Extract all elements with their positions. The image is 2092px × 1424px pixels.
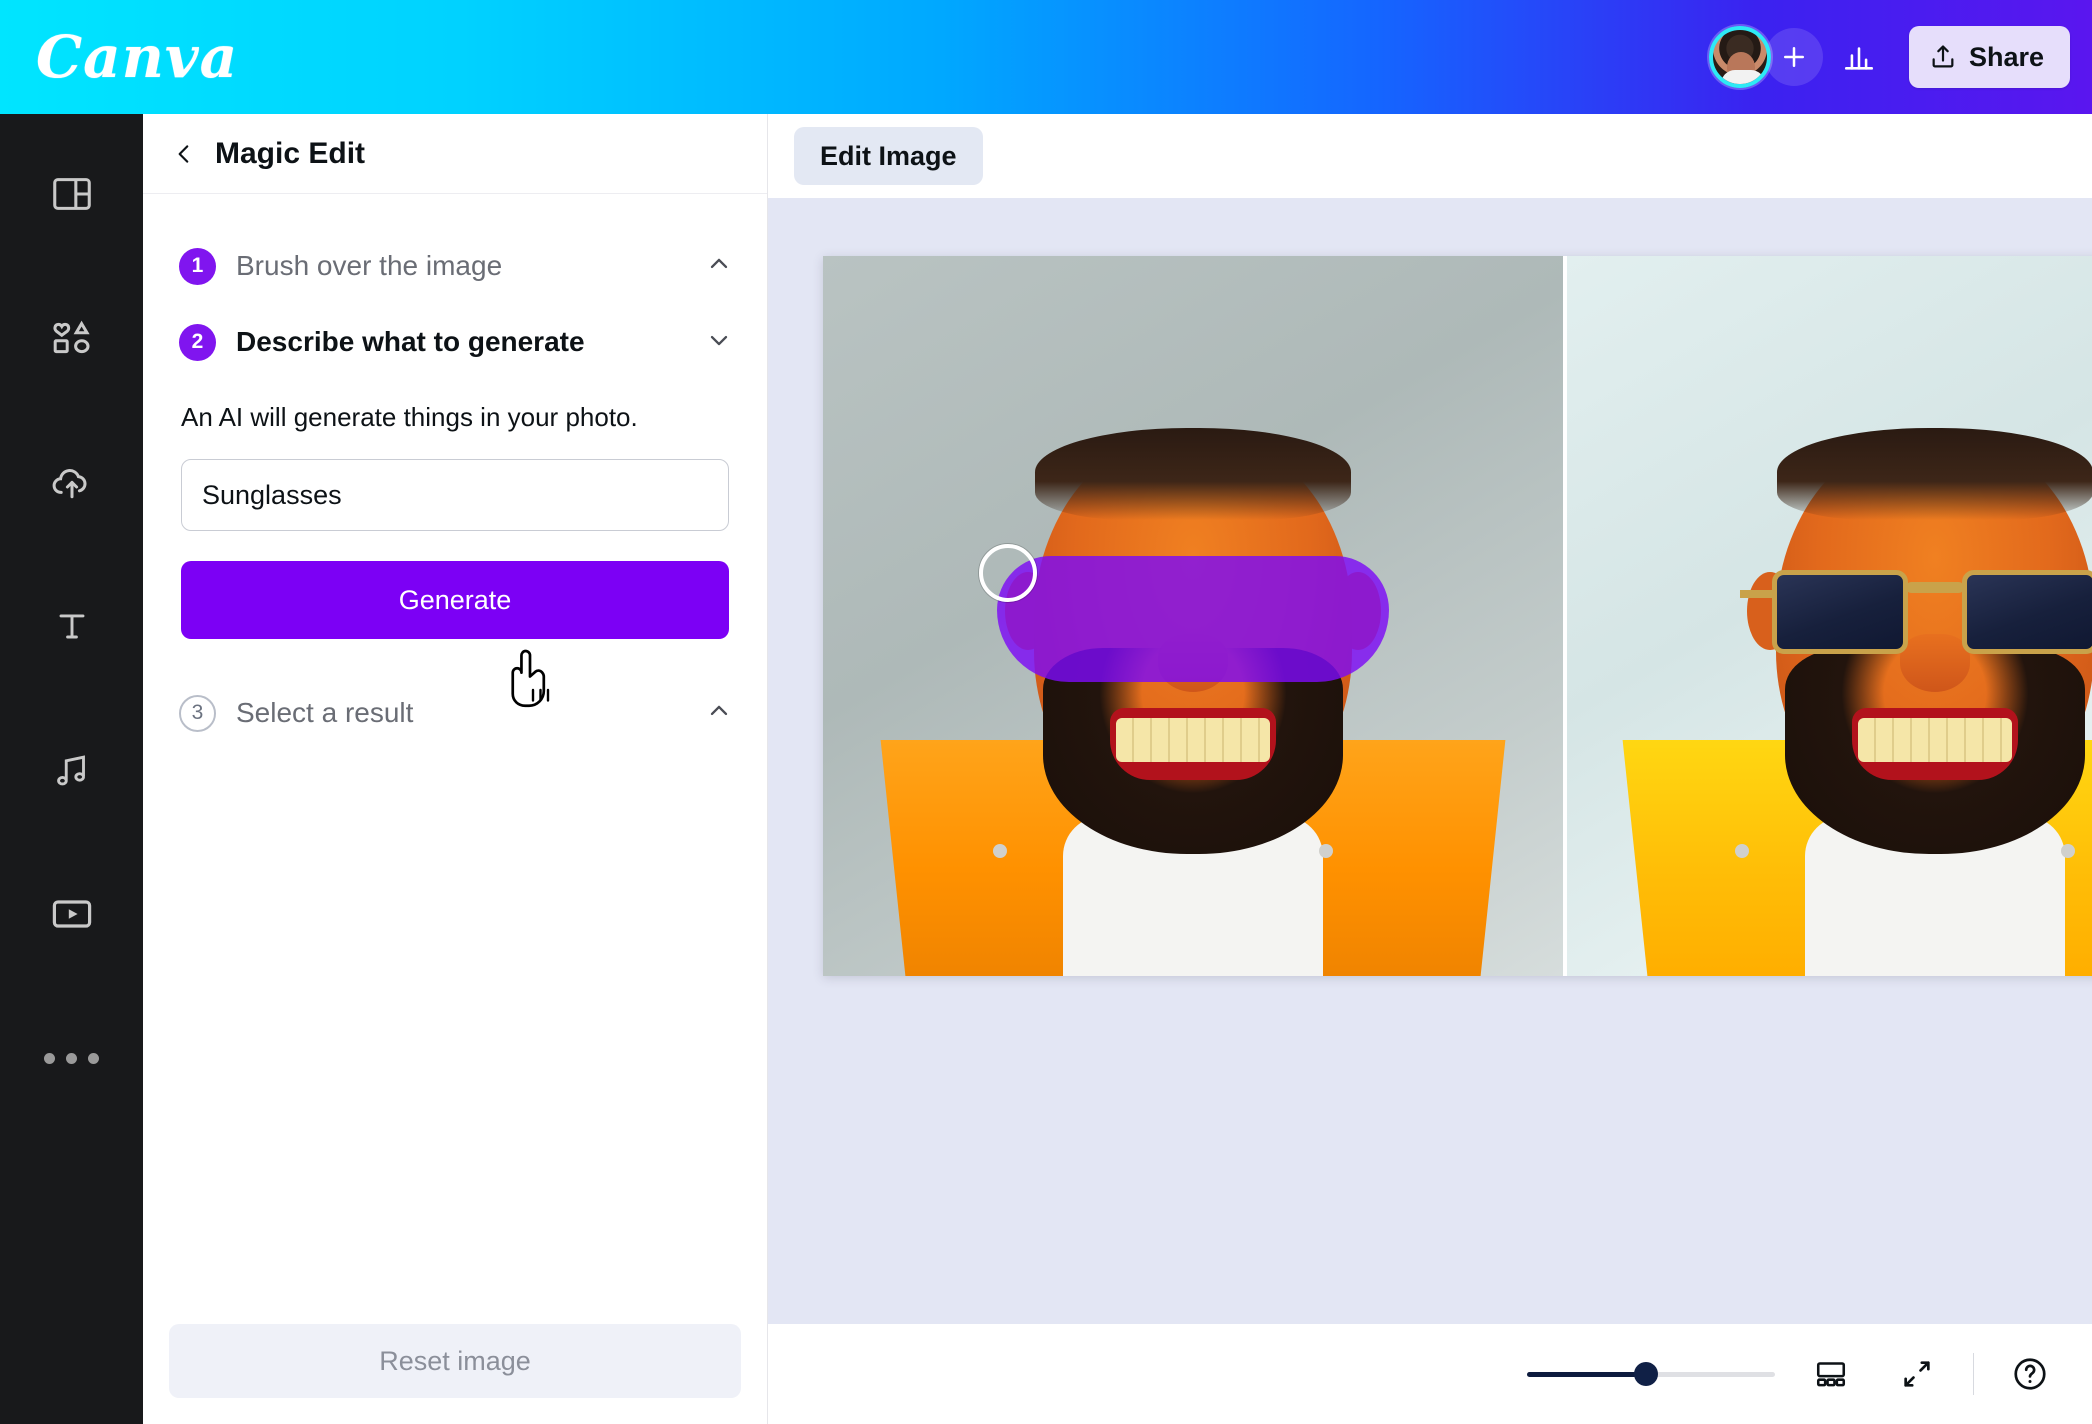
prompt-input[interactable] [181,459,729,531]
sunglasses-bridge [1906,582,1964,593]
sunglasses-lens-right [1962,570,2092,654]
generate-button[interactable]: Generate [181,561,729,639]
expand-arrows-icon [1904,1361,1930,1387]
panel-footer: Reset image [143,1324,767,1424]
left-rail [0,114,143,1424]
jacket-button [993,844,1007,858]
top-bar: Canva Share [0,0,2092,114]
helper-text: An AI will generate things in your photo… [181,402,638,432]
analytics-button[interactable] [1829,27,1889,87]
add-collaborator-button[interactable] [1764,28,1823,86]
share-button[interactable]: Share [1908,26,2070,88]
jacket-button [1319,844,1333,858]
shapes-icon [52,320,90,354]
music-note-icon [56,755,85,786]
magic-edit-panel: Magic Edit 1 Brush over the image 2 Desc… [143,114,768,1424]
zoom-thumb[interactable] [1634,1362,1659,1386]
brush-mask-overlay[interactable] [997,556,1389,682]
toolbar-divider [1973,1353,1974,1395]
person-generated [1567,256,2092,976]
text-t-icon [59,614,84,639]
edit-image-button[interactable]: Edit Image [794,127,983,185]
sidebar-item-videos[interactable] [22,864,122,964]
cloud-upload-icon [52,469,86,499]
photo-comparison-stage[interactable] [823,256,2092,976]
page-title: Magic Edit [215,136,366,170]
play-rectangle-icon [52,900,91,928]
hairline [1777,428,2092,520]
sidebar-item-elements[interactable] [22,288,122,388]
upload-icon [1932,45,1954,68]
canva-logo[interactable]: Canva [36,23,238,91]
teeth [1858,718,2012,762]
chevron-up-icon [710,705,728,715]
zoom-fill [1527,1371,1647,1377]
original-photo-with-mask[interactable] [823,256,1563,976]
design-canvas[interactable] [768,198,2092,1324]
sunglasses-lens-left [1772,570,1908,654]
step-3-label: Select a result [236,697,414,728]
step-2-chevron[interactable] [705,326,733,359]
layout-grid-icon [52,178,91,210]
step-brush-over-image[interactable]: 1 Brush over the image [169,228,741,304]
avatar[interactable] [1708,26,1771,88]
step-describe-what-to-generate[interactable]: 2 Describe what to generate [169,304,741,380]
step-2-label: Describe what to generate [236,326,585,357]
step-select-a-result[interactable]: 3 Select a result [169,675,741,751]
plus-icon [1783,47,1804,67]
mouth [1110,708,1276,780]
bottom-bar [768,1324,2092,1424]
sidebar-item-text[interactable] [22,576,122,676]
hairline [1035,428,1351,520]
panel-header: Magic Edit [143,114,767,194]
chevron-down-icon [710,335,728,345]
chevron-left-icon[interactable] [171,141,197,167]
person-original [823,256,1563,976]
panel-body: 1 Brush over the image 2 Describe what t… [143,194,767,1324]
pages-grid-icon [1816,1362,1846,1387]
help-button[interactable] [2000,1344,2060,1404]
sidebar-item-more[interactable] [22,1008,122,1108]
step-3-chevron[interactable] [705,697,733,730]
jacket-button [1735,844,1749,858]
help-question-icon [2014,1358,2046,1390]
teeth [1116,718,1270,762]
step-3-badge: 3 [179,694,216,732]
step-1-label: Brush over the image [236,250,503,281]
sunglasses [1740,560,2092,664]
step-1-chevron[interactable] [705,250,733,283]
sidebar-item-uploads[interactable] [22,432,122,532]
mouth [1852,708,2018,780]
sunglasses-temple-left [1740,590,1774,598]
bar-chart-icon [1844,47,1873,70]
zoom-slider[interactable] [1527,1360,1775,1388]
top-bar-actions: Share [1708,26,2070,88]
generated-photo-result[interactable] [1563,256,2092,976]
canva-editor-window: Canva Share Magic Edit 1 Brush over the … [0,0,2092,1424]
share-label: Share [1968,41,2044,72]
sidebar-item-audio[interactable] [22,720,122,820]
collaborators-group [1708,26,1823,88]
pages-grid-button[interactable] [1801,1344,1861,1404]
chevron-up-icon [710,258,728,268]
main-area: Edit Image [768,114,2092,1424]
brush-circle-cursor [979,544,1037,602]
step-2-badge: 2 [179,323,216,361]
jacket-button [2061,844,2075,858]
fullscreen-button[interactable] [1887,1344,1947,1404]
ellipsis-icon [44,1052,99,1064]
image-toolbar: Edit Image [768,114,2092,198]
reset-image-button[interactable]: Reset image [169,1324,741,1398]
sidebar-item-design[interactable] [22,144,122,244]
step-1-badge: 1 [179,247,216,285]
